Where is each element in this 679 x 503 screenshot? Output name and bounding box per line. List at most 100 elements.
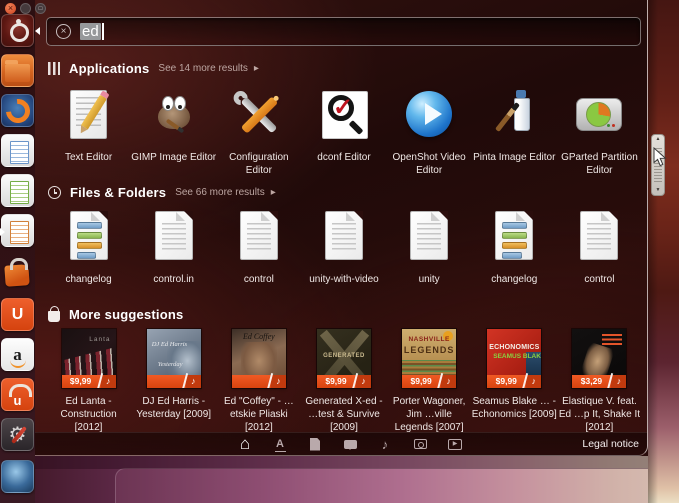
music-note-icon: ♪ xyxy=(441,375,457,388)
text-file-icon xyxy=(154,211,193,260)
result-label: OpenShot Video Editor xyxy=(392,152,466,176)
filter-icon xyxy=(48,62,60,75)
search-input[interactable]: × ed xyxy=(46,17,641,46)
result-dconf-editor[interactable]: ✓ dconf Editor xyxy=(301,86,386,177)
ubuntu-one-music-icon: u xyxy=(13,393,22,408)
result-label: Pinta Image Editor xyxy=(473,152,556,163)
messages-lens-button[interactable] xyxy=(342,436,358,452)
files-section-title: Files & Folders xyxy=(70,185,167,200)
legal-notice-link[interactable]: Legal notice xyxy=(582,433,639,455)
text-caret xyxy=(101,23,104,40)
files-more-results-link[interactable]: See 66 more results ▸ xyxy=(175,187,276,198)
music-note-icon: ♪ xyxy=(526,375,542,388)
scroll-down-icon[interactable]: ▼ xyxy=(656,188,661,193)
result-label: Generated X-ed - …test & Survive [2009] xyxy=(305,396,383,433)
clear-search-icon[interactable]: × xyxy=(56,24,71,39)
result-label: changelog xyxy=(65,274,112,285)
text-file-icon xyxy=(580,211,619,260)
music-note-icon: ♪ xyxy=(381,436,389,452)
price-ribbon: $9,99 ♪ xyxy=(402,375,457,388)
album-cover: Lanta $9,99 ♪ xyxy=(61,329,116,388)
videos-lens-button[interactable]: ▶ xyxy=(447,436,463,452)
suggestion-seamus-blake[interactable]: ECHONOMICS SEAMUS BLAKE $9,99 ♪ Seamus Bl… xyxy=(472,329,557,434)
launcher-item-ubuntu-one-music[interactable]: u xyxy=(1,378,34,411)
music-note-icon: ♪ xyxy=(100,375,116,388)
result-openshot-video-editor[interactable]: OpenShot Video Editor xyxy=(387,86,472,177)
result-label: unity-with-video xyxy=(309,274,379,285)
launcher-item-ubuntu-dash[interactable] xyxy=(1,14,34,47)
dconf-editor-icon: ✓ xyxy=(315,86,373,144)
launcher-item-ubuntu-one[interactable]: U xyxy=(1,298,34,331)
camera-icon xyxy=(413,439,427,449)
text-file-icon xyxy=(410,211,449,260)
home-lens-button[interactable]: ⌂ xyxy=(237,433,253,453)
result-label: Ed "Coffey" - …etskie Pliaski [2012] xyxy=(223,396,294,433)
music-lens-button[interactable]: ♪ xyxy=(377,436,393,452)
files-section-header: Files & Folders See 66 more results ▸ xyxy=(48,184,276,201)
desktop-wallpaper-right xyxy=(648,0,679,503)
files-lens-button[interactable] xyxy=(307,436,323,452)
openshot-icon xyxy=(400,86,458,144)
applications-more-results-link[interactable]: See 14 more results ▸ xyxy=(158,63,259,74)
result-label: unity xyxy=(418,274,440,285)
scroll-up-icon[interactable]: ▲ xyxy=(656,137,661,142)
photos-lens-button[interactable] xyxy=(412,436,428,452)
gear-icon: ⚙ xyxy=(8,424,27,446)
launcher-item-web-app[interactable] xyxy=(1,460,34,493)
selected-query-text: ed xyxy=(80,23,101,40)
launcher-item-system-settings[interactable]: ⚙ xyxy=(1,418,34,451)
music-note-icon: ♪ xyxy=(611,375,627,388)
music-note-icon: ♪ xyxy=(185,375,201,388)
result-pinta-image-editor[interactable]: Pinta Image Editor xyxy=(472,86,557,177)
launcher: U a u ⚙ xyxy=(0,0,35,503)
launcher-item-libreoffice-calc[interactable] xyxy=(1,174,34,207)
result-file-changelog[interactable]: changelog xyxy=(46,208,131,286)
dash-focus-arrow xyxy=(35,27,40,35)
ubuntu-one-icon: U xyxy=(11,305,24,323)
dash-panel: × ed Applications See 14 more results ▸ … xyxy=(35,0,648,456)
launcher-item-libreoffice-writer[interactable] xyxy=(1,134,34,167)
applications-section-header: Applications See 14 more results ▸ xyxy=(48,60,259,77)
result-text-editor[interactable]: Text Editor xyxy=(46,86,131,177)
price-ribbon: $3,29 ♪ xyxy=(572,375,627,388)
gimp-icon xyxy=(145,86,203,144)
dash-shadow-band xyxy=(35,456,648,469)
price-ribbon: $9,99 ♪ xyxy=(487,375,542,388)
result-file-control-2[interactable]: control xyxy=(557,208,642,286)
result-gimp-image-editor[interactable]: GIMP Image Editor xyxy=(131,86,216,177)
lens-icons: ⌂ A ♪ ▶ xyxy=(237,433,463,455)
result-file-unity[interactable]: unity xyxy=(387,208,472,286)
result-file-unity-with-video[interactable]: unity-with-video xyxy=(301,208,386,286)
result-file-changelog-2[interactable]: changelog xyxy=(472,208,557,286)
pinta-icon xyxy=(485,86,543,144)
result-label: GIMP Image Editor xyxy=(131,152,217,163)
applications-lens-button[interactable]: A xyxy=(272,436,288,452)
suggestion-generated-x-ed[interactable]: GENERATED $9,99 ♪ Generated X-ed - …test … xyxy=(301,329,386,434)
clock-icon xyxy=(48,186,61,199)
result-label: Seamus Blake … - Echonomics [2009] xyxy=(471,396,557,420)
result-gparted-partition-editor[interactable]: GParted Partition Editor xyxy=(557,86,642,177)
maximize-button[interactable]: □ xyxy=(35,3,46,14)
suggestion-elastique-v[interactable]: $3,29 ♪ Elastique V. feat. Ed …p It, Shak… xyxy=(557,329,642,434)
result-label: Ed Lanta - Construction [2012] xyxy=(60,396,117,433)
close-button[interactable]: × xyxy=(5,3,16,14)
launcher-item-ubuntu-software-center[interactable] xyxy=(1,256,34,289)
suggestion-ed-lanta[interactable]: Lanta $9,99 ♪ Ed Lanta - Construction [20… xyxy=(46,329,131,434)
launcher-item-amazon[interactable]: a xyxy=(1,338,34,371)
result-file-control-in[interactable]: control.in xyxy=(131,208,216,286)
home-icon: ⌂ xyxy=(239,433,251,453)
launcher-item-libreoffice-impress[interactable] xyxy=(1,214,34,247)
suggestion-dj-ed-harris[interactable]: DJ Ed Harris Yesterday ♪ DJ Ed Harris - … xyxy=(131,329,216,434)
result-label: control.in xyxy=(153,274,194,285)
applications-results-row: Text Editor GIMP Image Editor Configurat… xyxy=(46,86,642,177)
result-file-control[interactable]: control xyxy=(216,208,301,286)
suggestion-porter-wagoner[interactable]: NASHVILLE LEGENDS $9,99 ♪ Porter Wagoner,… xyxy=(387,329,472,434)
result-configuration-editor[interactable]: Configuration Editor xyxy=(216,86,301,177)
music-note-icon: ♪ xyxy=(270,375,286,388)
ubuntu-unity-dash-screen: U a u ⚙ × □ × ed Applications See 14 mor… xyxy=(0,0,679,503)
caret-right-icon: ▸ xyxy=(253,63,259,74)
suggestion-ed-coffey[interactable]: Ed Coffey ♪ Ed "Coffey" - …etskie Pliask… xyxy=(216,329,301,434)
launcher-item-files[interactable] xyxy=(1,54,34,87)
minimize-button[interactable] xyxy=(20,3,31,14)
launcher-item-firefox[interactable] xyxy=(1,94,34,127)
